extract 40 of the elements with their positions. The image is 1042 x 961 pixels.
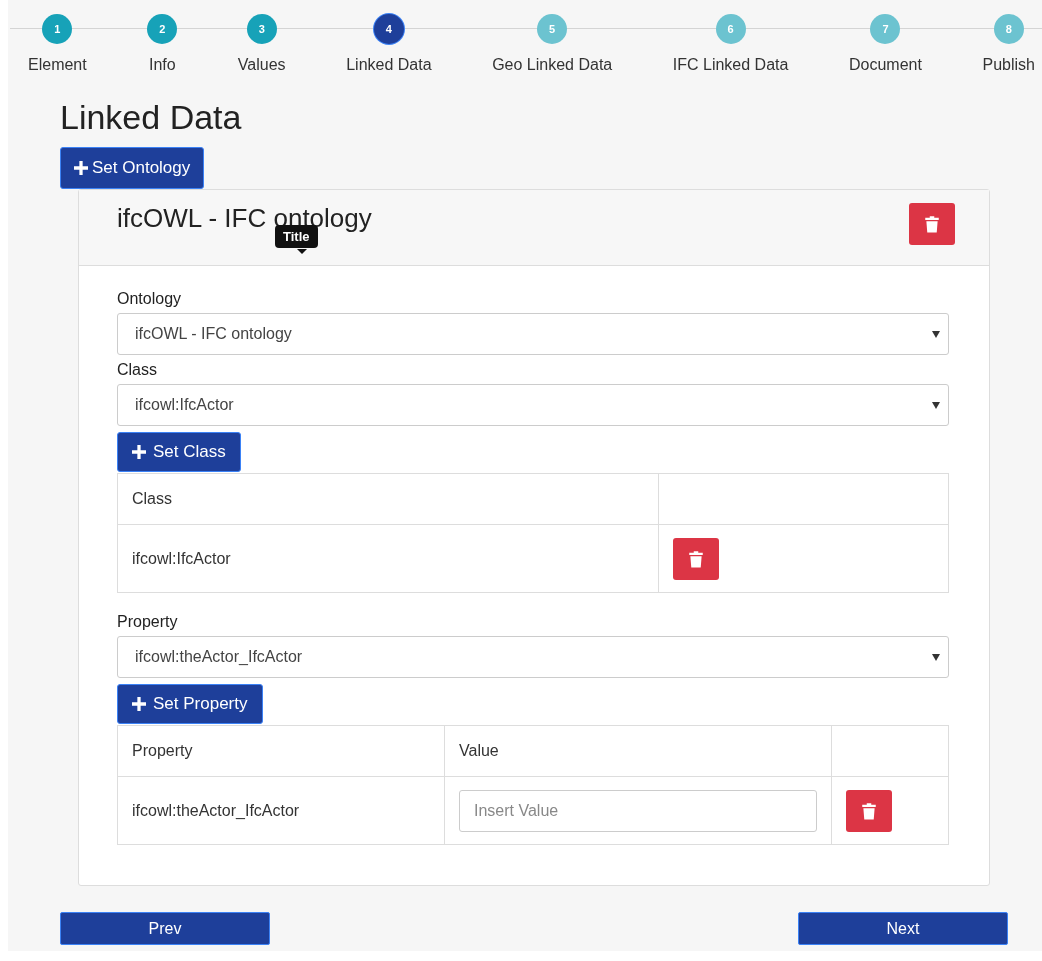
- trash-icon: [924, 214, 940, 233]
- field-label: Property: [117, 613, 178, 631]
- tooltip-arrow-icon: [297, 249, 307, 254]
- step-label[interactable]: Publish: [982, 56, 1035, 74]
- caret-icon: [932, 330, 940, 338]
- field-label: Ontology: [117, 290, 182, 308]
- delete-button[interactable]: [909, 202, 955, 245]
- delete-button[interactable]: [673, 537, 719, 580]
- column-header: Class: [117, 473, 659, 525]
- field-label: Class: [117, 361, 157, 379]
- class-select[interactable]: ifcowl:IfcActor: [117, 384, 949, 426]
- step-label[interactable]: IFC Linked Data: [672, 56, 789, 74]
- step-label[interactable]: Linked Data: [346, 56, 432, 74]
- trash-icon: [861, 801, 877, 820]
- step-label[interactable]: Values: [237, 56, 286, 74]
- step-label[interactable]: Document: [849, 56, 922, 74]
- plus-icon: [132, 445, 146, 459]
- column-header: Property: [117, 725, 445, 777]
- set-ontology-button[interactable]: Set Ontology: [60, 147, 205, 189]
- value-input[interactable]: Insert Value: [459, 789, 817, 832]
- column-header: Value: [444, 725, 832, 777]
- table-cell: ifcowl:IfcActor: [117, 524, 659, 593]
- step-label[interactable]: Info: [148, 56, 176, 74]
- caret-icon: [932, 653, 940, 661]
- delete-button[interactable]: [846, 789, 892, 832]
- property-select[interactable]: ifcowl:theActor_IfcActor: [117, 636, 949, 678]
- page-heading: Linked Data: [60, 98, 243, 137]
- prev-button[interactable]: Prev: [60, 912, 270, 945]
- plus-icon: [132, 697, 146, 711]
- step-label[interactable]: Element: [28, 56, 87, 74]
- step-label[interactable]: Geo Linked Data: [492, 56, 613, 74]
- ontology-select[interactable]: ifcOWL - IFC ontology: [117, 313, 949, 355]
- table-cell: ifcowl:theActor_IfcActor: [117, 776, 445, 845]
- trash-icon: [688, 549, 704, 568]
- set-class-button[interactable]: Set Class: [117, 432, 241, 472]
- caret-icon: [932, 401, 940, 409]
- step-number[interactable]: 4: [373, 14, 404, 44]
- next-button[interactable]: Next: [798, 912, 1008, 945]
- plus-icon: [74, 161, 88, 175]
- set-property-button[interactable]: Set Property: [117, 684, 263, 724]
